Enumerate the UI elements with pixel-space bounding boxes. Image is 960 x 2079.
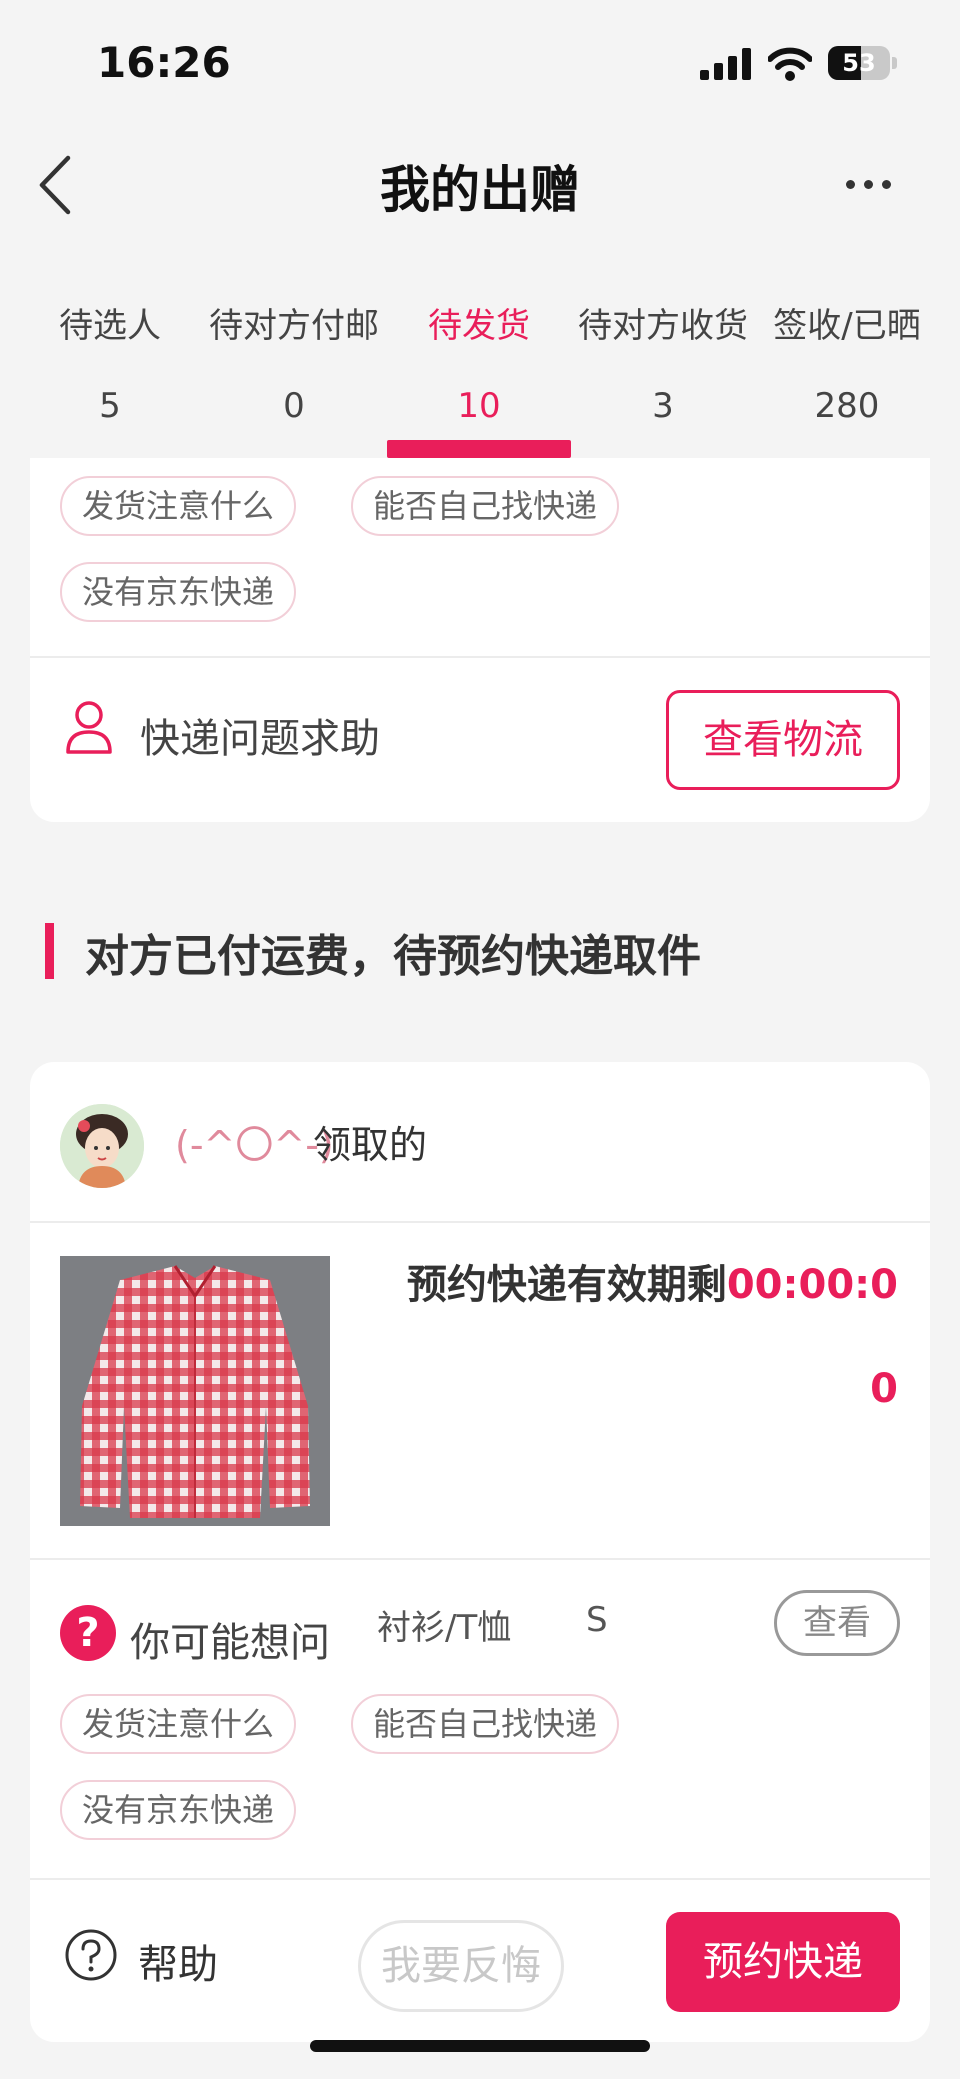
avatar[interactable] — [60, 1104, 144, 1188]
divider — [30, 1878, 930, 1880]
signal-icon — [700, 48, 752, 80]
question-label: 你可能想问 — [130, 1620, 330, 1666]
tab-count: 5 — [99, 386, 121, 426]
tab-active-indicator — [387, 440, 571, 458]
faq-chip[interactable]: 发货注意什么 — [60, 1694, 297, 1754]
previous-order-card: 发货注意什么 能否自己找快递 没有京东快递 快递问题求助 查看物流 — [30, 458, 930, 822]
person-icon — [66, 701, 112, 754]
home-indicator — [310, 2040, 650, 2052]
tab-received[interactable]: 签收/已晒 280 — [751, 244, 943, 458]
tab-pending-select[interactable]: 待选人 5 — [14, 244, 206, 458]
countdown-value: 00:00:0 — [726, 1262, 898, 1308]
wifi-icon — [768, 47, 812, 81]
shipping-help-label[interactable]: 快递问题求助 — [140, 706, 380, 764]
countdown-line-2: 0 — [870, 1366, 898, 1412]
nav-header: 我的出赠 — [0, 124, 960, 244]
battery-level: 53 — [842, 49, 876, 77]
product-image[interactable] — [60, 1256, 330, 1526]
section-title: 对方已付运费，待预约快递取件 — [85, 931, 701, 982]
view-button[interactable]: 查看 — [774, 1590, 900, 1656]
battery-cap — [892, 57, 897, 69]
section-marker — [45, 923, 54, 979]
help-icon — [65, 1929, 117, 1981]
countdown-line-1: 预约快递有效期剩00:00:0 — [407, 1252, 898, 1310]
regret-button[interactable]: 我要反悔 — [358, 1920, 564, 2012]
tab-label: 签收/已晒 — [773, 306, 921, 346]
category-label: 衬衫/T恤 — [377, 1608, 512, 1648]
status-bar: 16:26 53 — [0, 0, 960, 124]
question-icon: ? — [60, 1605, 116, 1661]
view-logistics-button[interactable]: 查看物流 — [666, 690, 900, 790]
divider — [30, 1221, 930, 1223]
faq-chip[interactable]: 发货注意什么 — [60, 476, 297, 536]
tab-count: 10 — [457, 386, 501, 426]
tab-pending-receipt[interactable]: 待对方收货 3 — [567, 244, 759, 458]
faq-chip[interactable]: 没有京东快递 — [60, 562, 297, 622]
status-tabs: 待选人 5 待对方付邮 0 待发货 10 待对方收货 3 签收/已晒 280 — [0, 244, 960, 458]
tab-pending-postage[interactable]: 待对方付邮 0 — [198, 244, 390, 458]
countdown-label: 预约快递有效期剩 — [406, 1262, 727, 1308]
more-icon[interactable] — [844, 174, 894, 194]
user-action: 领取的 — [313, 1123, 428, 1167]
tab-pending-shipment[interactable]: 待发货 10 — [383, 244, 575, 458]
battery-icon: 53 — [828, 46, 890, 80]
divider — [30, 1558, 930, 1560]
status-time: 16:26 — [97, 38, 231, 87]
countdown-value-tail: 0 — [870, 1366, 898, 1412]
size-label: S — [586, 1600, 608, 1640]
book-courier-button[interactable]: 预约快递 — [666, 1912, 900, 2012]
tab-count: 0 — [283, 386, 305, 426]
user-name: (-^〇^-) — [175, 1123, 334, 1167]
tab-count: 3 — [652, 386, 674, 426]
tab-count: 280 — [814, 386, 880, 426]
faq-chip[interactable]: 没有京东快递 — [60, 1780, 297, 1840]
faq-chip[interactable]: 能否自己找快递 — [351, 1694, 620, 1754]
page-title: 我的出赠 — [380, 161, 580, 219]
faq-chip[interactable]: 能否自己找快递 — [351, 476, 620, 536]
divider — [30, 656, 930, 658]
order-card: (-^〇^-) 领取的 预约快递有效期剩00:00:0 0 ? 你可能想问 衬衫… — [30, 1062, 930, 2042]
help-label[interactable]: 帮助 — [138, 1932, 218, 1990]
